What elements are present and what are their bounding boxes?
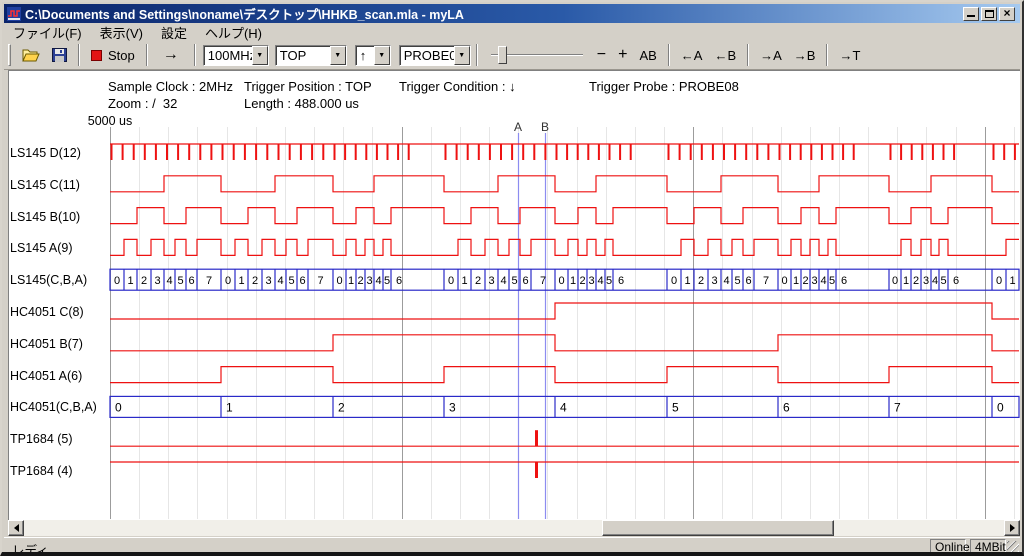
arrow-right-icon (1010, 524, 1019, 532)
open-folder-icon (22, 48, 40, 62)
scrollbar-thumb[interactable] (602, 520, 834, 536)
sample-clock-select[interactable]: 100MHz ▼ (203, 45, 269, 66)
zoom-in-button[interactable]: + (612, 44, 633, 66)
goto-b-left-button[interactable]: ←B (708, 44, 742, 66)
minimize-button[interactable] (963, 7, 979, 21)
myla-window: C:\Documents and Settings\noname\デスクトップ\… (0, 0, 1024, 556)
arrow-left-icon (10, 524, 19, 532)
scroll-right-button[interactable] (1004, 520, 1020, 536)
toolbar-separator (146, 44, 148, 66)
toolbar-separator (826, 44, 828, 66)
toolbar-grip[interactable] (8, 44, 11, 66)
maximize-icon (985, 10, 994, 18)
menu-settings[interactable]: 設定 (152, 22, 196, 43)
menu-file[interactable]: ファイル(F) (4, 22, 91, 43)
goto-a-right-button[interactable]: →A (754, 44, 788, 66)
horizontal-scrollbar[interactable] (8, 520, 1020, 536)
goto-a-left-button[interactable]: ←A (675, 44, 709, 66)
stop-label: Stop (108, 48, 135, 63)
floppy-icon (52, 48, 67, 62)
maximize-button[interactable] (981, 7, 997, 21)
status-memory-badge: 4MBit (970, 539, 1006, 554)
app-icon (7, 7, 21, 21)
run-button[interactable]: → (153, 44, 189, 66)
stop-button[interactable]: Stop (85, 44, 141, 66)
status-online-badge: Online (930, 539, 966, 554)
menubar: ファイル(F) 表示(V) 設定 ヘルプ(H) (4, 23, 1020, 41)
titlebar: C:\Documents and Settings\noname\デスクトップ\… (4, 4, 1020, 23)
goto-trigger-button[interactable]: →T (833, 44, 866, 66)
toolbar-separator (476, 44, 478, 66)
trigger-probe-select[interactable]: PROBE00 ▼ (399, 45, 471, 66)
close-icon: × (1003, 7, 1010, 19)
save-button[interactable] (46, 44, 73, 66)
slider-thumb[interactable] (498, 46, 507, 64)
status-ready: レディ (12, 540, 49, 556)
stop-icon (91, 50, 102, 61)
toolbar: Stop → 100MHz ▼ TOP ▼ ↑ ▼ PROBE00 ▼ − + … (4, 41, 1020, 70)
goto-b-right-button[interactable]: →B (788, 44, 822, 66)
toolbar-separator (194, 44, 196, 66)
chevron-down-icon[interactable]: ▼ (374, 46, 390, 65)
statusbar: レディ Online 4MBit (4, 537, 1020, 554)
trigger-edge-value: ↑ (356, 46, 374, 65)
minimize-icon (967, 9, 975, 17)
trigger-position-value: TOP (276, 46, 330, 65)
window-title: C:\Documents and Settings\noname\デスクトップ\… (25, 4, 963, 23)
ab-button[interactable]: AB (633, 44, 662, 66)
menu-view[interactable]: 表示(V) (91, 22, 152, 43)
chevron-down-icon[interactable]: ▼ (330, 46, 346, 65)
open-file-button[interactable] (16, 44, 46, 66)
trigger-probe-value: PROBE00 (400, 46, 454, 65)
chevron-down-icon[interactable]: ▼ (454, 46, 470, 65)
sample-clock-value: 100MHz (204, 46, 252, 65)
toolbar-separator (78, 44, 80, 66)
zoom-slider[interactable] (489, 44, 585, 66)
trigger-edge-select[interactable]: ↑ ▼ (355, 45, 391, 66)
toolbar-separator (668, 44, 670, 66)
toolbar-separator (747, 44, 749, 66)
chevron-down-icon[interactable]: ▼ (252, 46, 268, 65)
trigger-position-select[interactable]: TOP ▼ (275, 45, 347, 66)
resize-grip[interactable] (1007, 541, 1019, 553)
scroll-left-button[interactable] (8, 520, 24, 536)
waveform-panel (8, 70, 1020, 520)
close-button[interactable]: × (999, 7, 1015, 21)
menu-help[interactable]: ヘルプ(H) (196, 22, 271, 43)
zoom-out-button[interactable]: − (591, 44, 612, 66)
